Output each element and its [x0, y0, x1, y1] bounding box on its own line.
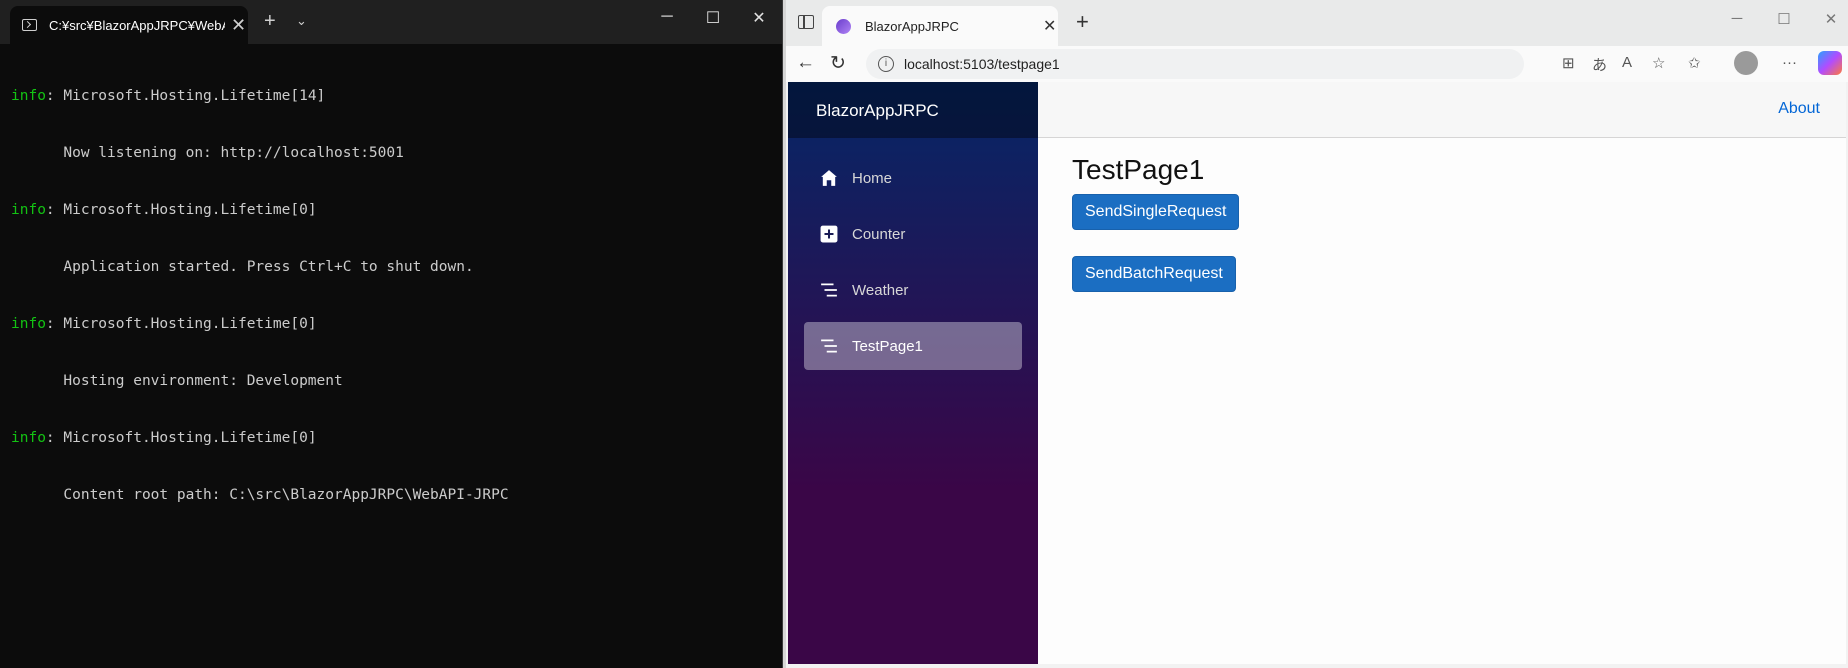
- new-tab-icon[interactable]: +: [264, 10, 276, 33]
- close-window-icon[interactable]: ✕: [744, 8, 774, 28]
- close-window-icon[interactable]: ✕: [1816, 10, 1846, 28]
- terminal-output: info: Microsoft.Hosting.Lifetime[14] Now…: [11, 49, 509, 543]
- address-bar[interactable]: i localhost:5103/testpage1: [866, 49, 1524, 79]
- terminal-line: Content root path: C:\src\BlazorAppJRPC\…: [11, 487, 509, 503]
- url-text: localhost:5103/testpage1: [904, 56, 1060, 72]
- sidebar-toggle-icon[interactable]: [798, 15, 814, 29]
- chevron-down-icon[interactable]: ⌄: [296, 13, 307, 29]
- sidebar-item-weather[interactable]: Weather: [804, 266, 1022, 314]
- maximize-icon[interactable]: ☐: [1769, 10, 1799, 28]
- profile-avatar[interactable]: [1734, 51, 1758, 75]
- main-content: TestPage1 SendSingleRequest SendBatchReq…: [1072, 154, 1240, 318]
- sidebar-item-testpage1[interactable]: TestPage1: [804, 322, 1022, 370]
- brand-title[interactable]: BlazorAppJRPC: [788, 82, 1038, 138]
- about-link[interactable]: About: [1778, 100, 1820, 118]
- sidebar-item-label: Home: [852, 169, 893, 187]
- top-row: About: [1038, 82, 1846, 138]
- maximize-icon[interactable]: ☐: [698, 8, 728, 28]
- translate-icon[interactable]: あ: [1592, 54, 1607, 75]
- app-available-icon[interactable]: ⊞: [1562, 54, 1575, 72]
- read-aloud-icon[interactable]: A: [1622, 54, 1632, 71]
- sidebar-item-label: TestPage1: [852, 337, 923, 355]
- terminal-line: Hosting environment: Development: [11, 373, 343, 389]
- terminal-line: info: Microsoft.Hosting.Lifetime[0]: [11, 430, 317, 446]
- sidebar: BlazorAppJRPC Home Counter Weather TestP…: [788, 82, 1038, 664]
- terminal-line: info: Microsoft.Hosting.Lifetime[0]: [11, 202, 317, 218]
- more-options-icon[interactable]: ···: [1782, 54, 1797, 71]
- browser-tab[interactable]: BlazorAppJRPC ✕: [822, 6, 1058, 46]
- send-batch-request-button[interactable]: SendBatchRequest: [1072, 256, 1236, 292]
- terminal-icon: [22, 19, 37, 31]
- browser-tabstrip: BlazorAppJRPC ✕ + ─ ☐ ✕: [786, 0, 1848, 46]
- favorites-icon[interactable]: ✩: [1688, 54, 1701, 72]
- sidebar-item-label: Counter: [852, 225, 906, 243]
- terminal-tab-title: C:¥src¥BlazorAppJRPC¥WebAI: [49, 17, 225, 33]
- site-info-icon[interactable]: i: [878, 56, 894, 72]
- browser-window: BlazorAppJRPC ✕ + ─ ☐ ✕ ← ↻ i localhost:…: [786, 0, 1848, 668]
- browser-toolbar: ← ↻ i localhost:5103/testpage1 ⊞ あ A ☆ ✩…: [786, 46, 1848, 82]
- close-tab-icon[interactable]: ✕: [231, 15, 246, 36]
- terminal-line: info: Microsoft.Hosting.Lifetime[14]: [11, 88, 326, 104]
- minimize-icon[interactable]: ─: [652, 8, 682, 26]
- page-title: TestPage1: [1072, 154, 1205, 185]
- copilot-icon[interactable]: [1818, 51, 1842, 75]
- minimize-icon[interactable]: ─: [1722, 10, 1752, 27]
- terminal-line: info: Microsoft.Hosting.Lifetime[0]: [11, 316, 317, 332]
- terminal-tab[interactable]: C:¥src¥BlazorAppJRPC¥WebAI ✕: [10, 6, 248, 44]
- list-icon: [819, 280, 839, 300]
- plus-square-icon: [819, 224, 839, 244]
- close-tab-icon[interactable]: ✕: [1043, 16, 1056, 36]
- list-icon: [819, 336, 839, 356]
- terminal-window: C:¥src¥BlazorAppJRPC¥WebAI ✕ + ⌄ ─ ☐ ✕ i…: [0, 0, 783, 668]
- new-tab-icon[interactable]: +: [1076, 9, 1089, 35]
- refresh-icon[interactable]: ↻: [830, 52, 846, 75]
- terminal-line: Application started. Press Ctrl+C to shu…: [11, 259, 474, 275]
- terminal-line: Now listening on: http://localhost:5001: [11, 145, 404, 161]
- back-arrow-icon[interactable]: ←: [796, 52, 815, 74]
- terminal-titlebar: C:¥src¥BlazorAppJRPC¥WebAI ✕ + ⌄ ─ ☐ ✕: [0, 0, 782, 44]
- home-icon: [819, 168, 839, 188]
- sidebar-item-counter[interactable]: Counter: [804, 210, 1022, 258]
- send-single-request-button[interactable]: SendSingleRequest: [1072, 194, 1240, 230]
- favorite-star-icon[interactable]: ☆: [1652, 54, 1665, 72]
- blazor-favicon-icon: [836, 18, 851, 34]
- sidebar-item-label: Weather: [852, 281, 909, 299]
- browser-tab-title: BlazorAppJRPC: [865, 18, 959, 34]
- blazor-app: BlazorAppJRPC Home Counter Weather TestP…: [788, 82, 1846, 664]
- sidebar-item-home[interactable]: Home: [804, 154, 1022, 202]
